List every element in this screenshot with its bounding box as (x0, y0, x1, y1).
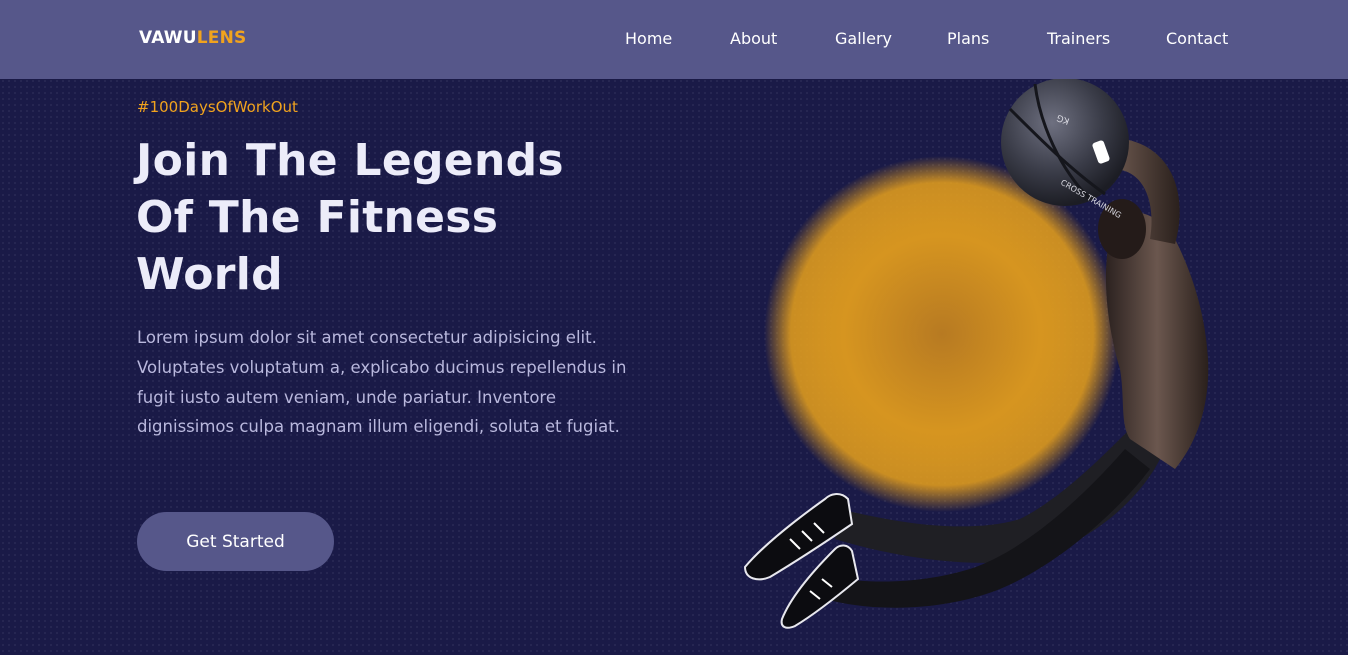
brand-name-primary: VAWU (139, 28, 197, 48)
orange-glow-circle (764, 156, 1120, 512)
nav-link-about[interactable]: About (730, 29, 777, 48)
navbar: VAWULENS Home About Gallery Plans Traine… (0, 0, 1348, 79)
hero-athlete-image: CROSS TRAINING KG (743, 79, 1209, 629)
athlete-shoes (743, 493, 860, 629)
get-started-button[interactable]: Get Started (137, 512, 334, 571)
nav-link-trainers[interactable]: Trainers (1047, 29, 1110, 48)
nav-link-plans[interactable]: Plans (947, 29, 989, 48)
headline-line-1: Join The Legends (136, 135, 564, 186)
headline-line-2: Of The Fitness (136, 192, 499, 243)
hero-description: Lorem ipsum dolor sit amet consectetur a… (137, 328, 627, 437)
headline-line-3: World (136, 249, 283, 300)
nav-link-gallery[interactable]: Gallery (835, 29, 892, 48)
nav-link-contact[interactable]: Contact (1166, 29, 1228, 48)
nav-link-home[interactable]: Home (625, 29, 672, 48)
brand-logo[interactable]: VAWULENS (139, 28, 246, 48)
brand-name-accent: LENS (196, 28, 247, 48)
hero-hashtag: #100DaysOfWorkOut (137, 98, 298, 116)
hero-headline: Join The Legends Of The Fitness World (136, 132, 696, 303)
